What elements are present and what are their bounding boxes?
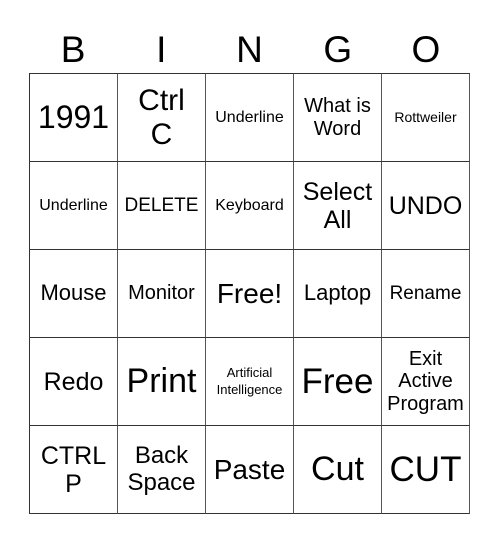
header-letter-o: O <box>411 29 441 70</box>
bingo-header: B I N G O <box>29 28 470 72</box>
bingo-cell[interactable]: Redo <box>30 338 118 426</box>
bingo-cell[interactable]: Rottweiler <box>382 74 470 162</box>
bingo-cell[interactable]: Mouse <box>30 250 118 338</box>
bingo-cell[interactable]: Underline <box>30 162 118 250</box>
header-letter-g: G <box>323 29 353 70</box>
header-letter-i: I <box>156 29 167 70</box>
bingo-cell[interactable]: Laptop <box>294 250 382 338</box>
bingo-cell[interactable]: Select All <box>294 162 382 250</box>
bingo-cell[interactable]: Monitor <box>118 250 206 338</box>
bingo-cell[interactable]: Exit Active Program <box>382 338 470 426</box>
bingo-cell[interactable]: 1991 <box>30 74 118 162</box>
free-space-cell[interactable]: Free! <box>206 250 294 338</box>
bingo-cell[interactable]: CUT <box>382 426 470 514</box>
bingo-cell[interactable]: Free <box>294 338 382 426</box>
bingo-cell[interactable]: Keyboard <box>206 162 294 250</box>
bingo-cell[interactable]: Cut <box>294 426 382 514</box>
bingo-cell[interactable]: Ctrl C <box>118 74 206 162</box>
header-letter-b: B <box>60 29 86 70</box>
bingo-cell[interactable]: UNDO <box>382 162 470 250</box>
header-letter-n: N <box>236 29 263 70</box>
bingo-cell[interactable]: Rename <box>382 250 470 338</box>
bingo-grid: 1991 Ctrl C Underline What is Word Rottw… <box>29 73 470 514</box>
bingo-cell[interactable]: Artificial Intelligence <box>206 338 294 426</box>
bingo-cell[interactable]: What is Word <box>294 74 382 162</box>
bingo-cell[interactable]: Print <box>118 338 206 426</box>
bingo-cell[interactable]: Back Space <box>118 426 206 514</box>
bingo-cell[interactable]: Paste <box>206 426 294 514</box>
bingo-cell[interactable]: CTRL P <box>30 426 118 514</box>
bingo-cell[interactable]: Underline <box>206 74 294 162</box>
bingo-cell[interactable]: DELETE <box>118 162 206 250</box>
